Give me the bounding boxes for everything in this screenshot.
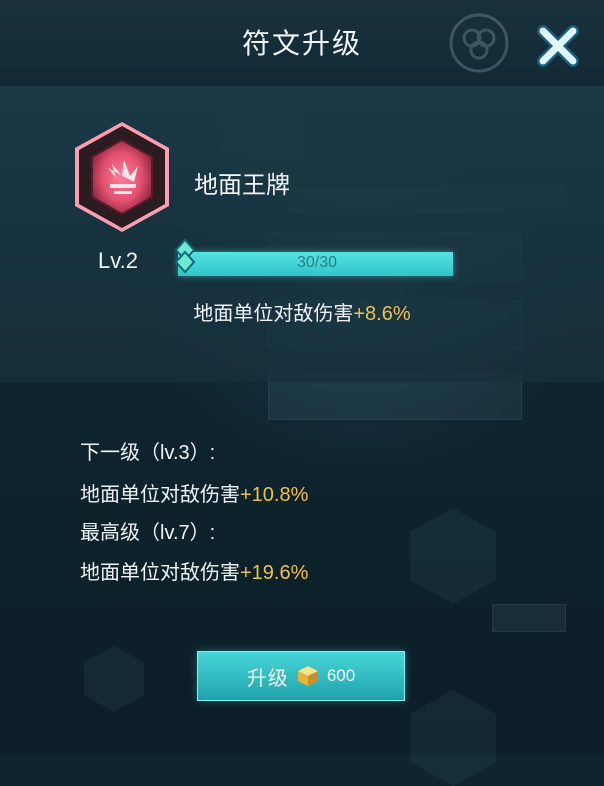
ghost-rune-icon: [410, 690, 496, 786]
ghost-bar: [492, 604, 566, 632]
dialog-header: 符文升级: [0, 0, 604, 86]
ghost-rune-icon: [84, 646, 144, 712]
max-level-effect-label: 地面单位对敌伤害: [80, 562, 240, 584]
max-level-effect: 地面单位对敌伤害+19.6%: [80, 556, 308, 585]
rune-gem-icon: [75, 122, 169, 232]
next-level-effect-label: 地面单位对敌伤害: [80, 484, 240, 506]
rune-name: 地面王牌: [194, 172, 290, 199]
max-level-effect-value: +19.6%: [240, 562, 309, 584]
upgrade-button-label: 升级: [246, 667, 289, 690]
upgrade-cost: 600: [326, 666, 356, 685]
close-button[interactable]: [536, 24, 580, 68]
level-chevron-icon: [174, 238, 196, 274]
dialog-title: 符文升级: [241, 28, 362, 59]
next-level-heading: 下一级（lv.3）:: [80, 442, 216, 464]
current-effect-value: +8.6%: [353, 303, 411, 325]
current-effect: 地面单位对敌伤害+8.6%: [0, 297, 604, 326]
rune-level: Lv.2: [98, 248, 138, 273]
close-icon: [537, 25, 579, 67]
gold-cube-icon: [297, 666, 318, 686]
xp-progress: 30/30: [174, 238, 456, 282]
next-level-effect-value: +10.8%: [240, 484, 309, 506]
upgrade-button[interactable]: 升级 600: [197, 651, 405, 701]
max-level-heading: 最高级（lv.7）:: [80, 522, 216, 544]
current-effect-label: 地面单位对敌伤害: [193, 303, 354, 325]
next-level-effect: 地面单位对敌伤害+10.8%: [80, 478, 308, 507]
xp-text: 30/30: [296, 254, 338, 271]
ghost-rune-icon: [410, 508, 496, 604]
